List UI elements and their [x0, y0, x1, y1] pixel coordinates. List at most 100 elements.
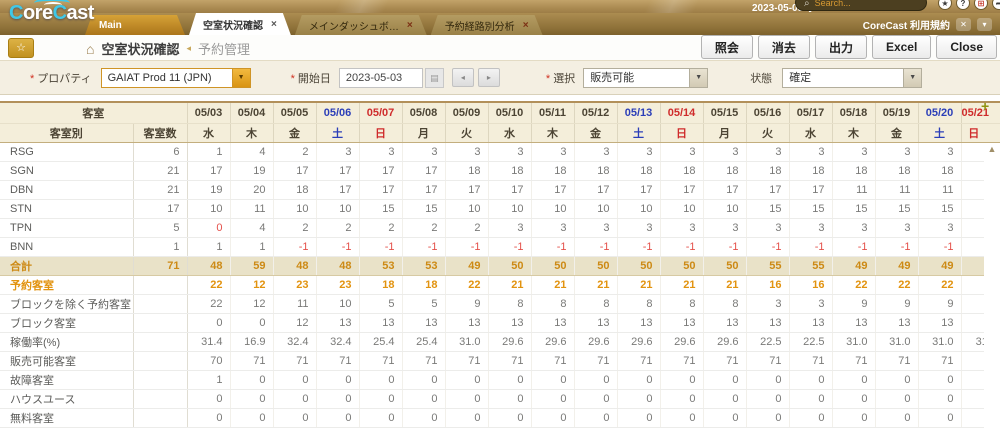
value-cell: 22	[445, 275, 488, 294]
close-icon[interactable]: ✕	[956, 18, 971, 31]
prev-day-button[interactable]: ◂	[452, 68, 474, 87]
tab-label: メインダッシュボ…	[309, 18, 399, 33]
value-cell: 15	[918, 199, 961, 218]
toolbar-button-出力[interactable]: 出力	[815, 35, 867, 59]
toolbar-button-照会[interactable]: 照会	[701, 35, 753, 59]
day-header-05/20: 土	[918, 123, 961, 142]
value-cell: 17	[574, 180, 617, 199]
value-cell: 71	[488, 351, 531, 370]
value-cell: 0	[230, 389, 273, 408]
grid-row-故障客室: 故障客室100000000000000000	[0, 370, 1000, 389]
value-cell: 13	[875, 313, 918, 332]
value-cell: 17	[703, 180, 746, 199]
toolbar: ☆ ⌂ 空室状況確認 ◂ 予約管理 照会消去出力ExcelClose	[0, 35, 1000, 60]
value-cell: 3	[875, 142, 918, 161]
vertical-scrollbar[interactable]: ▲	[984, 143, 1000, 428]
tab-4[interactable]: 予約経路別分析×	[431, 15, 543, 35]
dropdown-arrow-icon[interactable]: ▼	[689, 68, 708, 88]
value-cell: 21	[703, 275, 746, 294]
value-cell: 10	[703, 199, 746, 218]
value-cell: 71	[703, 351, 746, 370]
tab-2[interactable]: 空室状況確認×	[189, 13, 291, 35]
value-cell: 31.0	[918, 332, 961, 351]
value-cell: -1	[359, 237, 402, 256]
room-count-cell: 17	[133, 199, 187, 218]
tabbar-right: CoreCast 利用規約 ✕ ▾	[863, 13, 992, 35]
value-cell: 0	[359, 408, 402, 427]
selection-select[interactable]: 販売可能 ▼	[583, 68, 708, 88]
date-header-05/03: 05/03	[187, 102, 230, 123]
app-window: 2023-05-03 水 ⌕ Search... ★ ? ⊞ ➦ CoreCas…	[0, 0, 1000, 443]
grid-row-DBN: DBN2119201817171717171717171717171711111…	[0, 180, 1000, 199]
room-count-cell: 71	[133, 256, 187, 275]
tab-1[interactable]: Main	[85, 15, 185, 35]
start-date-input[interactable]	[339, 68, 423, 88]
status-select[interactable]: 確定 ▼	[782, 68, 922, 88]
day-header-05/16: 火	[746, 123, 789, 142]
value-cell: 17	[617, 180, 660, 199]
help-icon[interactable]: ?	[956, 0, 970, 10]
value-cell: -1	[703, 237, 746, 256]
logout-icon[interactable]: ➦	[992, 0, 1000, 10]
value-cell: 0	[230, 408, 273, 427]
dropdown-arrow-icon[interactable]: ▼	[903, 68, 922, 88]
day-header-05/13: 土	[617, 123, 660, 142]
breadcrumb-parent[interactable]: 予約管理	[198, 39, 250, 58]
toolbar-button-消去[interactable]: 消去	[758, 35, 810, 59]
toolbar-buttons: 照会消去出力ExcelClose	[701, 35, 997, 59]
value-cell: 17	[316, 161, 359, 180]
value-cell: 50	[531, 256, 574, 275]
date-header-05/13: 05/13	[617, 102, 660, 123]
value-cell: -1	[531, 237, 574, 256]
next-day-button[interactable]: ▸	[478, 68, 500, 87]
value-cell: 31.0	[445, 332, 488, 351]
value-cell: 3	[703, 142, 746, 161]
date-header-05/08: 05/08	[402, 102, 445, 123]
grid-body: RSG6142333333333333333SGN211719171717171…	[0, 142, 1000, 427]
value-cell: 10	[187, 199, 230, 218]
toolbar-button-Excel[interactable]: Excel	[872, 35, 931, 59]
value-cell: 18	[273, 180, 316, 199]
calendar-icon[interactable]: ▤	[425, 68, 444, 88]
favorite-button[interactable]: ☆	[8, 38, 34, 58]
value-cell: 22	[875, 275, 918, 294]
home-icon[interactable]: ⌂	[86, 41, 94, 57]
value-cell: 0	[531, 370, 574, 389]
apps-icon[interactable]: ⊞	[974, 0, 988, 10]
value-cell: 23	[316, 275, 359, 294]
group-header: 客室	[0, 102, 187, 123]
value-cell: 0	[488, 370, 531, 389]
value-cell: 2	[359, 218, 402, 237]
top-bar: 2023-05-03 水 ⌕ Search... ★ ? ⊞ ➦	[0, 0, 1000, 13]
dropdown-arrow-icon[interactable]: ▼	[232, 68, 251, 88]
grid-row-合計: 合計71485948485353495050505050505555494949	[0, 256, 1000, 275]
chevron-down-icon[interactable]: ▾	[977, 18, 992, 31]
value-cell: 71	[445, 351, 488, 370]
required-asterisk: *	[291, 73, 295, 85]
tab-3[interactable]: メインダッシュボ… ×	[295, 15, 427, 35]
scroll-up-icon[interactable]: ▲	[984, 143, 1000, 155]
terms-link[interactable]: CoreCast 利用規約	[863, 17, 950, 32]
value-cell: 11	[273, 294, 316, 313]
grid-row-STN: STN1710111010151510101010101010151515151…	[0, 199, 1000, 218]
value-cell: 22	[187, 275, 230, 294]
global-search-input[interactable]: ⌕ Search...	[795, 0, 927, 11]
value-cell: 71	[273, 351, 316, 370]
value-cell: 0	[660, 370, 703, 389]
room-count-cell: 5	[133, 218, 187, 237]
favorites-star-icon[interactable]: ★	[938, 0, 952, 10]
add-column-icon[interactable]: +	[981, 99, 989, 113]
value-cell: 25.4	[402, 332, 445, 351]
value-cell: 16	[746, 275, 789, 294]
grid-row-ハウスユース: ハウスユース000000000000000000	[0, 389, 1000, 408]
tab-close-icon[interactable]: ×	[407, 20, 413, 31]
value-cell: 4	[230, 218, 273, 237]
property-select[interactable]: GAIAT Prod 11 (JPN) ▼	[101, 68, 251, 88]
toolbar-button-Close[interactable]: Close	[936, 35, 997, 59]
tab-close-icon[interactable]: ×	[523, 20, 529, 31]
value-cell: 17	[359, 180, 402, 199]
tab-close-icon[interactable]: ×	[271, 19, 277, 30]
value-cell: 0	[445, 389, 488, 408]
availability-grid: 客室 05/0305/0405/0505/0605/0705/0805/0905…	[0, 101, 1000, 428]
value-cell: 0	[746, 370, 789, 389]
